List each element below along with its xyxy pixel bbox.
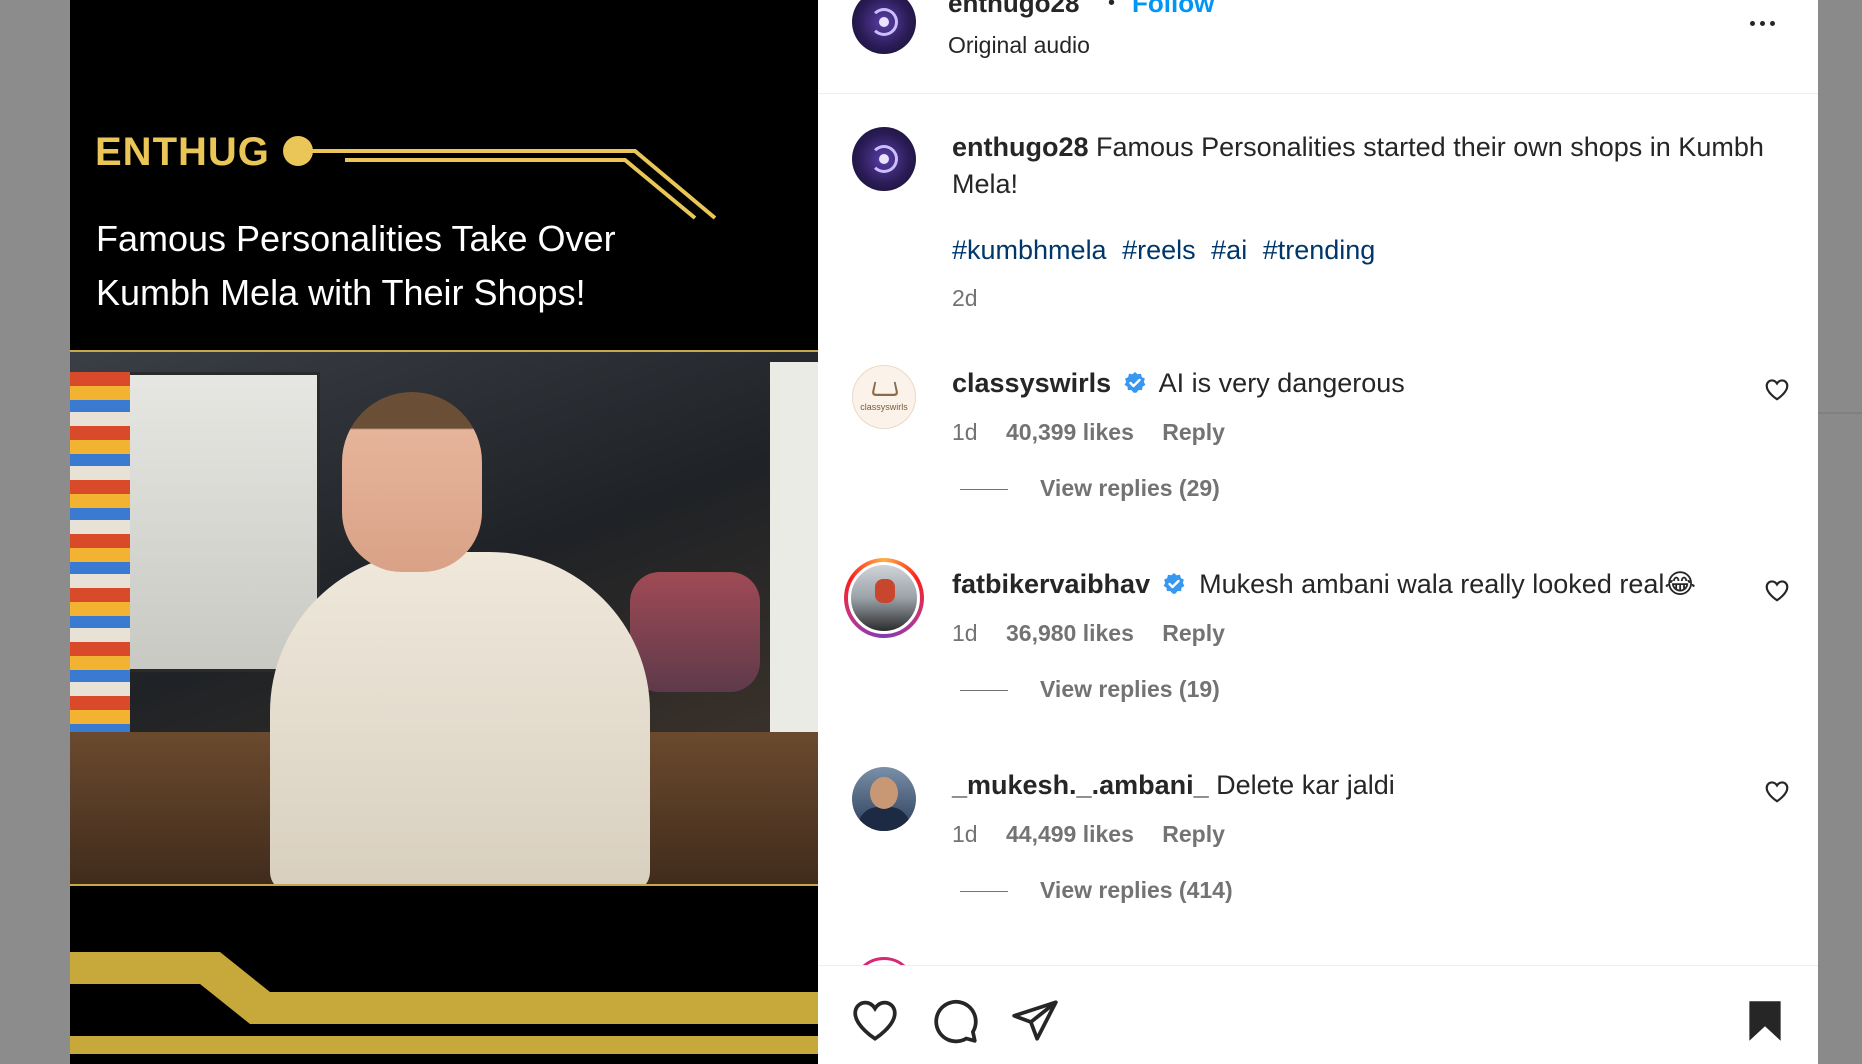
- hanger-icon: [871, 381, 899, 396]
- comment-item: _mukesh._.ambani_ Delete kar jaldi 1d 44…: [818, 767, 1818, 965]
- verified-badge-icon: [1163, 573, 1185, 594]
- comment-age[interactable]: 1d: [952, 821, 978, 847]
- audio-label[interactable]: Original audio: [948, 32, 1090, 59]
- video-frame-image: [70, 350, 818, 886]
- commenter-avatar[interactable]: [852, 767, 916, 831]
- brand-circuit-line: [311, 149, 717, 220]
- comment-text: _mukesh._.ambani_ Delete kar jaldi: [952, 767, 1752, 803]
- hashtag-link[interactable]: #reels: [1122, 235, 1196, 265]
- bookmark-filled-icon[interactable]: [1740, 996, 1790, 1046]
- swirl-center: [879, 154, 889, 164]
- commenter-avatar-story-ring[interactable]: [844, 558, 924, 638]
- view-replies-button[interactable]: View replies (29): [960, 475, 1220, 502]
- commenter-avatar[interactable]: classyswirls: [852, 365, 916, 429]
- view-replies-label: View replies (414): [1040, 877, 1233, 903]
- view-replies-button[interactable]: View replies (19): [960, 676, 1220, 703]
- hashtag-link[interactable]: #trending: [1263, 235, 1376, 265]
- post-timestamp[interactable]: 2d: [952, 285, 978, 312]
- hashtag-link[interactable]: #ai: [1211, 235, 1247, 265]
- comment-like-heart-icon[interactable]: [1764, 779, 1790, 805]
- comment-like-heart-icon[interactable]: [1764, 377, 1790, 403]
- person-head: [342, 392, 482, 572]
- comments-scroll-area[interactable]: enthugo28 Famous Personalities started t…: [818, 95, 1818, 965]
- comment-meta: 1d 44,499 likes Reply: [952, 821, 1247, 848]
- dot: [1769, 20, 1775, 26]
- reply-button[interactable]: Reply: [1162, 620, 1225, 646]
- caption-author-avatar[interactable]: [852, 127, 916, 191]
- headline-line-2: Kumbh Mela with Their Shops!: [96, 272, 586, 313]
- separator-dot: •: [1108, 0, 1116, 14]
- reel-video[interactable]: ENTHUG Famous Personalities Take Over Ku…: [70, 0, 818, 1064]
- comment-body: AI is very dangerous: [1158, 368, 1405, 398]
- replies-dash: [960, 891, 1008, 893]
- brand-logo: ENTHUG: [95, 130, 795, 220]
- post-details-panel: enthugo28 • Follow Original audio enthug…: [818, 0, 1818, 1064]
- heart-icon[interactable]: [850, 996, 900, 1046]
- hashtag-link[interactable]: #kumbhmela: [952, 235, 1107, 265]
- video-headline: Famous Personalities Take Over Kumbh Mel…: [96, 212, 756, 320]
- view-replies-label: View replies (19): [1040, 676, 1220, 702]
- reply-button[interactable]: Reply: [1162, 419, 1225, 445]
- swirl-center: [879, 17, 889, 27]
- rider-figure: [875, 579, 895, 603]
- dot: [1759, 20, 1765, 26]
- replies-dash: [960, 690, 1008, 692]
- comment-meta: 1d 40,399 likes Reply: [952, 419, 1247, 446]
- post-action-bar: [818, 965, 1818, 1064]
- caption-text: enthugo28 Famous Personalities started t…: [952, 129, 1772, 203]
- avatar-photo: [848, 562, 920, 634]
- comment-body: Mukesh ambani wala really looked real😂: [1199, 569, 1696, 599]
- hashtag-list: #kumbhmela #reels #ai #trending: [952, 235, 1383, 266]
- send-icon[interactable]: [1010, 996, 1060, 1046]
- comment-item: fatbikervaibhav Mukesh ambani wala reall…: [818, 558, 1818, 766]
- bottom-gold-stripes: [70, 952, 818, 1054]
- comment-text: fatbikervaibhav Mukesh ambani wala reall…: [952, 566, 1752, 602]
- comment-icon[interactable]: [930, 996, 980, 1046]
- comment-meta: 1d 36,980 likes Reply: [952, 620, 1247, 647]
- comment-item: classyswirls classyswirls AI is very dan…: [818, 365, 1818, 565]
- caption-username[interactable]: enthugo28: [952, 132, 1089, 162]
- comment-age[interactable]: 1d: [952, 419, 978, 445]
- comment-username[interactable]: fatbikervaibhav: [952, 569, 1150, 599]
- background-divider: [1818, 412, 1862, 414]
- view-replies-button[interactable]: View replies (414): [960, 877, 1233, 904]
- comment-text: classyswirls AI is very dangerous: [952, 365, 1752, 401]
- poster-right: [770, 362, 818, 782]
- poster-left: [100, 372, 320, 672]
- comment-body: Delete kar jaldi: [1216, 770, 1395, 800]
- view-replies-label: View replies (29): [1040, 475, 1220, 501]
- author-username[interactable]: enthugo28: [948, 0, 1079, 19]
- avatar-face: [870, 777, 898, 809]
- comment-likes[interactable]: 40,399 likes: [1006, 419, 1134, 445]
- author-avatar[interactable]: [852, 0, 916, 54]
- reply-button[interactable]: Reply: [1162, 821, 1225, 847]
- comment-username[interactable]: classyswirls: [952, 368, 1111, 398]
- headline-line-1: Famous Personalities Take Over: [96, 218, 616, 259]
- more-options-icon[interactable]: [1740, 8, 1784, 38]
- comment-username[interactable]: _mukesh._.ambani_: [952, 770, 1209, 800]
- avatar-suit: [858, 807, 910, 831]
- comment-like-heart-icon[interactable]: [1764, 578, 1790, 604]
- verified-badge-icon: [1124, 372, 1146, 393]
- comment-likes[interactable]: 36,980 likes: [1006, 620, 1134, 646]
- follow-button[interactable]: Follow: [1132, 0, 1214, 19]
- comment-likes[interactable]: 44,499 likes: [1006, 821, 1134, 847]
- person-shirt: [270, 552, 650, 884]
- post-header: enthugo28 • Follow Original audio: [818, 0, 1818, 94]
- background-page-edge: [1818, 0, 1862, 1064]
- avatar-logo-text: classyswirls: [860, 402, 908, 412]
- dot: [1749, 20, 1755, 26]
- comment-age[interactable]: 1d: [952, 620, 978, 646]
- bag: [630, 572, 760, 692]
- replies-dash: [960, 489, 1008, 491]
